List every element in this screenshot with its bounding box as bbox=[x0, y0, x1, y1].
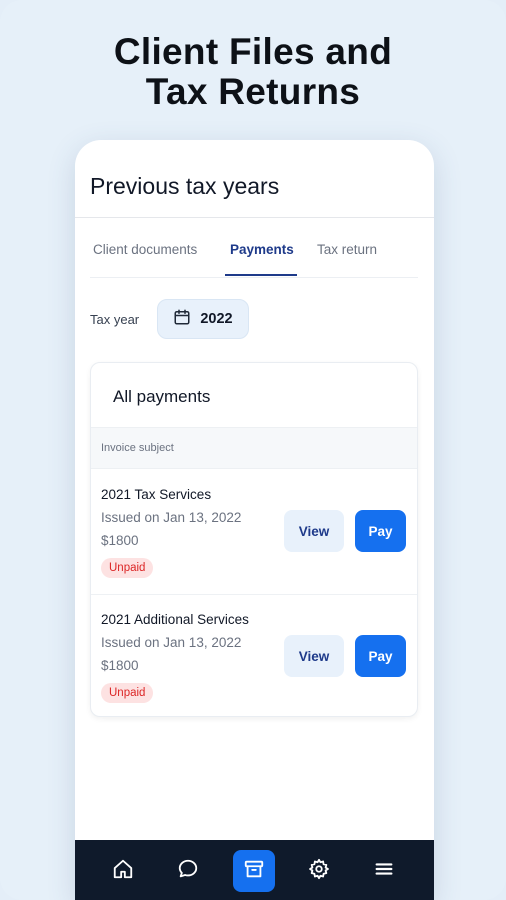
gear-icon bbox=[308, 858, 330, 885]
phone-screen: Previous tax years Client documents Paym… bbox=[75, 140, 434, 900]
tax-year-selector[interactable]: 2022 bbox=[157, 299, 249, 339]
invoice-amount: $1800 bbox=[101, 658, 139, 673]
tab-payments[interactable]: Payments bbox=[230, 242, 294, 257]
calendar-icon bbox=[173, 308, 191, 331]
card-title: All payments bbox=[113, 387, 211, 406]
nav-files[interactable] bbox=[233, 850, 275, 892]
tax-year-label: Tax year bbox=[90, 312, 140, 327]
headline-line-2: Tax Returns bbox=[145, 71, 361, 112]
nav-messages[interactable] bbox=[167, 850, 209, 892]
table-row: 2021 Additional Services Issued on Jan 1… bbox=[91, 595, 417, 716]
nav-home[interactable] bbox=[102, 850, 144, 892]
status-badge: Unpaid bbox=[101, 683, 154, 703]
status-badge: Unpaid bbox=[101, 558, 154, 578]
tab-tax-return[interactable]: Tax return bbox=[317, 242, 377, 257]
headline-line-1: Client Files and bbox=[113, 31, 393, 72]
pay-button[interactable]: Pay bbox=[355, 635, 406, 677]
table-header: Invoice subject bbox=[91, 427, 417, 469]
invoice-amount: $1800 bbox=[101, 533, 139, 548]
table-row: 2021 Tax Services Issued on Jan 13, 2022… bbox=[91, 470, 417, 594]
page-title: Previous tax years bbox=[90, 173, 280, 199]
tabs-divider bbox=[90, 277, 418, 278]
view-button[interactable]: View bbox=[284, 635, 344, 677]
archive-icon bbox=[243, 858, 265, 885]
chat-icon bbox=[177, 858, 199, 885]
tab-client-documents[interactable]: Client documents bbox=[93, 242, 197, 257]
bottom-navigation bbox=[75, 840, 434, 900]
payments-card: All payments Invoice subject 2021 Tax Se… bbox=[90, 362, 418, 717]
pay-button[interactable]: Pay bbox=[355, 510, 406, 552]
nav-settings[interactable] bbox=[298, 850, 340, 892]
active-tab-indicator bbox=[225, 274, 297, 276]
nav-menu[interactable] bbox=[363, 850, 405, 892]
invoice-issued-date: Issued on Jan 13, 2022 bbox=[101, 635, 242, 650]
view-button[interactable]: View bbox=[284, 510, 344, 552]
invoice-subject: 2021 Tax Services bbox=[101, 487, 212, 502]
menu-icon bbox=[373, 858, 395, 885]
headline: Client Files and Tax Returns bbox=[0, 32, 506, 112]
selected-tax-year: 2022 bbox=[200, 311, 233, 327]
tab-bar: Client documents Payments Tax return bbox=[75, 218, 434, 278]
invoice-subject: 2021 Additional Services bbox=[101, 612, 249, 627]
home-icon bbox=[112, 858, 134, 885]
invoice-issued-date: Issued on Jan 13, 2022 bbox=[101, 510, 242, 525]
column-header-invoice-subject: Invoice subject bbox=[101, 442, 174, 454]
